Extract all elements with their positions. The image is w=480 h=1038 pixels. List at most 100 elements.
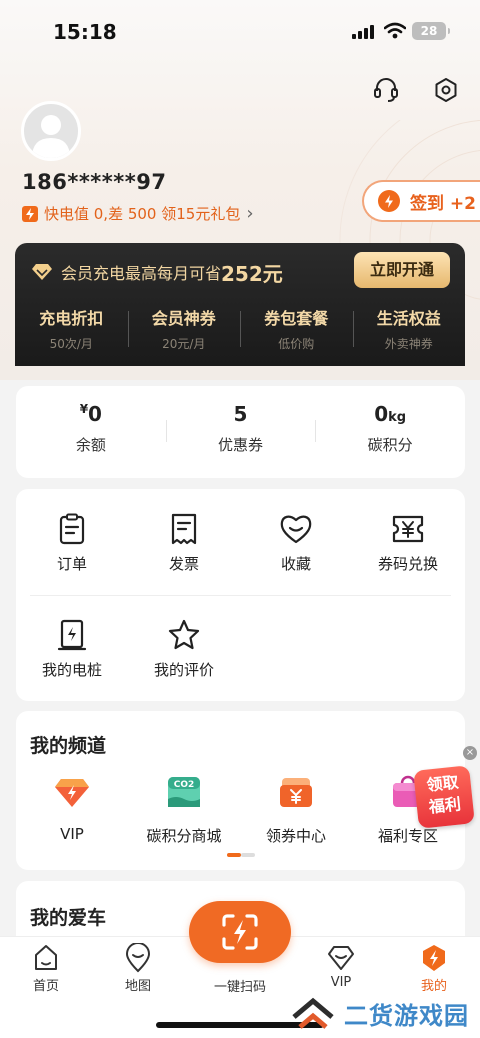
vip-diamond-icon: [55, 779, 89, 807]
tab-map[interactable]: 地图: [106, 943, 170, 994]
tab-label: 我的: [420, 979, 447, 994]
gift-progress-text: 快电值 0,差 500 领15元礼包: [44, 205, 241, 223]
stat-value: 0: [374, 402, 389, 426]
stat-value: 0: [88, 402, 102, 426]
channels-card: 我的频道 VIP CO2 碳积分商城 领券中心 福利专区: [16, 711, 465, 870]
user-phone[interactable]: 186******97: [22, 170, 166, 194]
battery-icon: 28: [412, 22, 450, 40]
customer-service-icon[interactable]: [372, 76, 400, 104]
channel-label: VIP: [60, 825, 84, 843]
stat-balance[interactable]: ¥0 余额: [16, 386, 166, 478]
gift-progress-link[interactable]: 快电值 0,差 500 领15元礼包 ›: [22, 203, 254, 224]
tab-label: 首页: [32, 979, 59, 994]
benefit-sub: 低价购: [278, 337, 315, 351]
status-bar: 15:18 28: [0, 18, 480, 48]
promo-float-button[interactable]: 领取福利: [413, 765, 475, 829]
stat-carbon[interactable]: 0kg 碳积分: [315, 386, 465, 478]
home-icon: [35, 945, 57, 970]
map-pin-icon: [125, 943, 151, 973]
my-car-title: 我的爱车: [30, 907, 107, 929]
vip-benefit-packages[interactable]: 券包套餐 低价购: [240, 305, 353, 352]
promo-close-icon[interactable]: ×: [463, 746, 477, 760]
avatar[interactable]: [21, 101, 81, 161]
services-card: 订单 发票 收藏 券码兑换 我的电桩 我的评价: [16, 489, 465, 701]
scan-label: 一键扫码: [213, 980, 266, 995]
vip-banner[interactable]: 会员充电最高每月可省 252元 立即开通 充电折扣 50次/月 会员神券 20元…: [15, 243, 465, 366]
stat-coupons[interactable]: 5 优惠券: [165, 386, 316, 478]
tab-label: 地图: [124, 979, 151, 994]
service-label: 我的电桩: [41, 661, 102, 679]
stat-label: 余额: [75, 436, 106, 454]
scan-icon: [222, 914, 258, 950]
divider: [30, 595, 451, 596]
profile-bolt-icon: [423, 945, 445, 971]
tab-mine[interactable]: 我的: [402, 943, 466, 994]
watermark: 二货游戏园: [290, 996, 469, 1031]
service-label: 发票: [168, 555, 199, 573]
service-label: 收藏: [280, 555, 311, 573]
stat-value: 5: [233, 402, 248, 426]
tab-home[interactable]: 首页: [14, 943, 78, 994]
cellular-signal-icon: [352, 25, 374, 39]
wallet-stats-card: ¥0 余额 5 优惠券 0kg 碳积分: [16, 386, 465, 478]
checkin-label: 签到 +2: [410, 193, 476, 214]
page-indicator: [227, 853, 255, 857]
vip-open-button[interactable]: 立即开通: [354, 252, 450, 288]
service-coupon-redeem[interactable]: 券码兑换: [352, 513, 464, 574]
channel-carbon-store[interactable]: CO2 碳积分商城: [128, 773, 240, 846]
channel-vip[interactable]: VIP: [16, 773, 128, 843]
heart-icon: [280, 515, 312, 544]
vip-benefit-charge-discount[interactable]: 充电折扣 50次/月: [15, 305, 128, 352]
coupon-yen-icon: [392, 515, 424, 543]
scan-button[interactable]: [189, 901, 291, 963]
channel-coupon-center[interactable]: 领券中心: [240, 773, 352, 846]
stat-label: 优惠券: [218, 436, 264, 454]
vip-icon: [328, 946, 354, 970]
receipt-icon: [171, 513, 197, 545]
bolt-icon: [378, 190, 400, 212]
tab-vip[interactable]: VIP: [309, 943, 373, 990]
checkin-button[interactable]: 签到 +2: [362, 180, 480, 222]
status-time: 15:18: [53, 20, 117, 44]
diamond-icon: [32, 264, 52, 280]
chevron-right-icon: ›: [246, 203, 254, 224]
charging-pile-icon: [57, 619, 87, 651]
tab-label: VIP: [330, 975, 352, 990]
vip-benefit-life[interactable]: 生活权益 外卖神券: [352, 305, 466, 352]
channel-label: 福利专区: [377, 827, 438, 845]
service-label: 券码兑换: [377, 555, 438, 573]
vip-promo-text: 会员充电最高每月可省: [61, 264, 222, 283]
coupon-center-icon: [280, 778, 312, 807]
currency-symbol: ¥: [79, 402, 89, 416]
benefit-sub: 外卖神券: [384, 337, 433, 351]
channels-title: 我的频道: [30, 735, 107, 757]
clipboard-icon: [59, 513, 85, 545]
promo-label: 领取福利: [425, 772, 462, 817]
stat-unit: kg: [388, 410, 407, 425]
service-favorites[interactable]: 收藏: [240, 513, 352, 574]
stat-label: 碳积分: [367, 436, 413, 454]
service-orders[interactable]: 订单: [16, 513, 128, 574]
benefit-sub: 50次/月: [49, 337, 93, 351]
service-label: 我的评价: [153, 661, 214, 679]
service-my-reviews[interactable]: 我的评价: [128, 619, 240, 680]
watermark-text: 二货游戏园: [344, 1002, 469, 1030]
service-invoice[interactable]: 发票: [128, 513, 240, 574]
benefit-name: 充电折扣: [39, 309, 104, 328]
co2-store-icon: CO2: [168, 777, 200, 807]
benefit-name: 券包套餐: [264, 309, 329, 328]
default-avatar-icon: [32, 115, 70, 158]
co2-badge: CO2: [174, 780, 195, 790]
service-label: 订单: [56, 555, 87, 573]
vip-save-amount: 252元: [221, 261, 283, 286]
vip-benefit-coupons[interactable]: 会员神券 20元/月: [127, 305, 241, 352]
channel-label: 碳积分商城: [146, 827, 222, 845]
star-icon: [168, 619, 200, 650]
watermark-logo-icon: [292, 997, 334, 1029]
benefit-name: 生活权益: [376, 309, 441, 328]
settings-icon[interactable]: [432, 76, 460, 104]
service-my-chargers[interactable]: 我的电桩: [16, 619, 128, 680]
benefit-name: 会员神券: [151, 309, 216, 328]
benefit-sub: 20元/月: [162, 337, 206, 351]
wifi-icon: [384, 22, 406, 39]
